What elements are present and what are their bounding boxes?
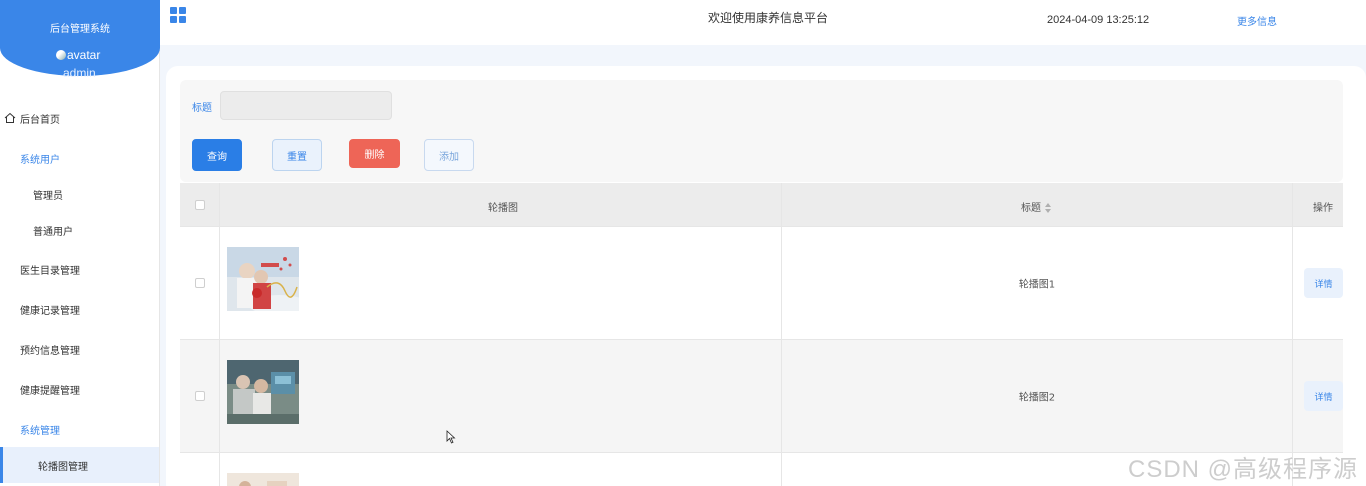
carousel-thumbnail[interactable] xyxy=(227,473,299,486)
brand-header: 后台管理系统 avatar admin xyxy=(0,0,160,80)
watermark: CSDN @高级程序源 xyxy=(1128,456,1359,483)
table-header: 轮播图 标题 操作 xyxy=(180,183,1343,226)
sidebar-item-doctors[interactable]: 医生目录管理 xyxy=(0,251,159,287)
row-ops-cell: 详情 xyxy=(1293,227,1343,339)
sidebar-item-label: 轮播图管理 xyxy=(38,461,88,473)
sidebar: 后台管理系统 avatar admin 后台首页 系统用户 管理员 普通用户 医… xyxy=(0,0,160,486)
table-row: 轮播图1 详情 xyxy=(180,226,1343,339)
carousel-image-partial xyxy=(227,473,299,486)
more-info-link[interactable]: 更多信息 xyxy=(1237,13,1277,28)
avatar-alt-text: avatar xyxy=(67,48,101,62)
select-all-checkbox[interactable] xyxy=(195,200,205,210)
sidebar-item-system-users[interactable]: 系统用户 xyxy=(0,140,159,176)
title-filter-input[interactable] xyxy=(220,91,392,120)
avatar[interactable]: avatar xyxy=(56,48,100,62)
delete-button[interactable]: 删除 xyxy=(349,139,400,168)
header-ops: 操作 xyxy=(1313,203,1333,214)
row-select-cell xyxy=(180,340,220,452)
grid-icon[interactable] xyxy=(170,7,186,23)
active-indicator xyxy=(0,447,3,483)
mouse-pointer-icon xyxy=(446,430,456,444)
title-filter-label: 标题 xyxy=(192,103,212,114)
table-row: 轮播图2 详情 xyxy=(180,339,1343,452)
header-image: 轮播图 xyxy=(488,203,518,214)
header-ops-cell: 操作 xyxy=(1293,183,1343,226)
add-button[interactable]: 添加 xyxy=(424,139,474,171)
sidebar-item-label: 健康提醒管理 xyxy=(20,385,80,397)
query-button[interactable]: 查询 xyxy=(192,139,242,171)
carousel-thumbnail[interactable] xyxy=(227,247,299,311)
row-checkbox[interactable] xyxy=(195,278,205,288)
header-image-cell: 轮播图 xyxy=(220,183,782,226)
sort-icon[interactable] xyxy=(1045,203,1052,213)
sidebar-item-system-management[interactable]: 系统管理 xyxy=(0,411,159,447)
sidebar-item-home[interactable]: 后台首页 xyxy=(0,100,159,136)
row-image-cell xyxy=(220,453,782,486)
elderly-care-image xyxy=(227,360,299,424)
welcome-text: 欢迎使用康养信息平台 xyxy=(708,11,829,25)
row-ops-cell: 详情 xyxy=(1293,340,1343,452)
row-title: 轮播图2 xyxy=(1018,392,1056,404)
header-title-wrap: 标题 xyxy=(1021,199,1052,214)
sidebar-item-label: 医生目录管理 xyxy=(20,265,80,277)
elderly-couple-image xyxy=(227,247,299,311)
broken-image-icon xyxy=(56,50,66,60)
brand-title: 后台管理系统 xyxy=(50,24,110,35)
row-select-cell xyxy=(180,453,220,486)
row-image-cell xyxy=(220,227,782,339)
row-title: 轮播图1 xyxy=(1018,279,1056,291)
row-title-cell: 轮播图2 xyxy=(782,340,1293,452)
sidebar-item-health-reminders[interactable]: 健康提醒管理 xyxy=(0,371,159,407)
home-icon xyxy=(4,112,16,123)
detail-button[interactable]: 详情 xyxy=(1304,381,1343,411)
header-title-cell[interactable]: 标题 xyxy=(782,183,1293,226)
sidebar-item-label: 系统用户 xyxy=(20,154,60,166)
detail-button[interactable]: 详情 xyxy=(1304,268,1343,298)
sidebar-item-carousel[interactable]: 轮播图管理 xyxy=(0,447,159,483)
username: admin xyxy=(63,66,96,80)
sidebar-item-admins[interactable]: 管理员 xyxy=(0,176,159,212)
reset-button[interactable]: 重置 xyxy=(272,139,322,171)
sidebar-item-label: 健康记录管理 xyxy=(20,305,80,317)
header-select-cell xyxy=(180,183,220,226)
current-datetime: 2024-04-09 13:25:12 xyxy=(1047,14,1150,26)
sidebar-item-label: 系统管理 xyxy=(20,425,60,437)
sidebar-item-appointments[interactable]: 预约信息管理 xyxy=(0,331,159,367)
row-checkbox[interactable] xyxy=(195,391,205,401)
sidebar-item-label: 后台首页 xyxy=(20,114,60,126)
sidebar-item-label: 预约信息管理 xyxy=(20,345,80,357)
row-image-cell xyxy=(220,340,782,452)
sidebar-item-health-records[interactable]: 健康记录管理 xyxy=(0,291,159,327)
sidebar-item-normal-users[interactable]: 普通用户 xyxy=(0,212,159,248)
header-title: 标题 xyxy=(1021,203,1041,214)
topbar: 欢迎使用康养信息平台 2024-04-09 13:25:12 更多信息 xyxy=(160,0,1366,45)
carousel-thumbnail[interactable] xyxy=(227,360,299,424)
carousel-table: 轮播图 标题 操作 轮播图1 详情 轮播图2 详情 xyxy=(180,183,1343,486)
sidebar-item-label: 管理员 xyxy=(33,190,63,202)
sidebar-item-label: 普通用户 xyxy=(33,226,73,238)
row-select-cell xyxy=(180,227,220,339)
row-title-cell: 轮播图1 xyxy=(782,227,1293,339)
